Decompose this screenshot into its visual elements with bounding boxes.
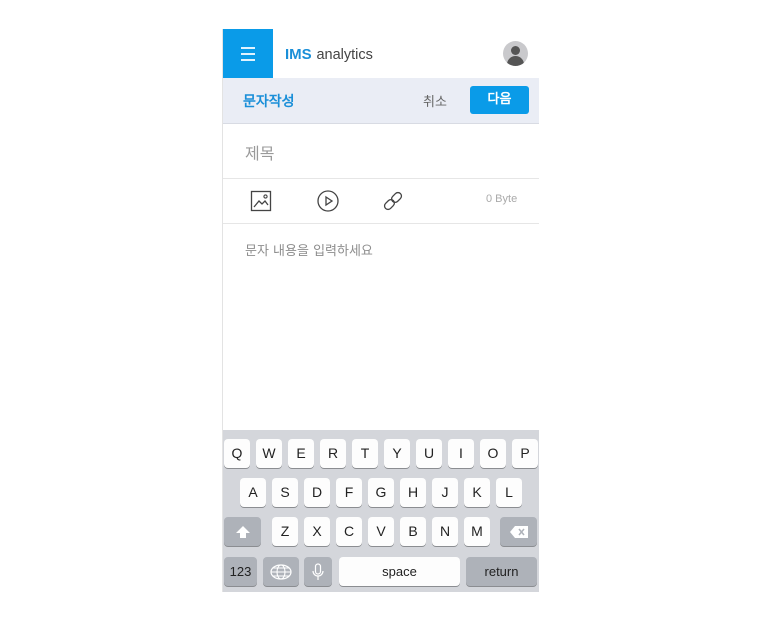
key-n[interactable]: N [432,517,458,546]
key-y[interactable]: Y [384,439,410,468]
app-screen: IMS analytics 문자작성 취소 다음 제목 0 Byte 문자 내용… [222,29,539,592]
key-o[interactable]: O [480,439,506,468]
backspace-icon [509,526,528,538]
globe-icon [270,564,292,580]
key-d[interactable]: D [304,478,330,507]
title-input[interactable]: 제목 [223,124,539,179]
avatar-icon[interactable] [503,41,528,66]
key-g[interactable]: G [368,478,394,507]
key-c[interactable]: C [336,517,362,546]
hamburger-icon-line [241,59,255,61]
hamburger-icon [241,47,255,49]
shift-icon [235,526,250,538]
key-u[interactable]: U [416,439,442,468]
space-key[interactable]: space [339,557,460,586]
key-s[interactable]: S [272,478,298,507]
globe-key[interactable] [263,557,299,586]
title-placeholder: 제목 [245,144,275,163]
key-p[interactable]: P [512,439,538,468]
avatar-head [511,46,520,55]
key-z[interactable]: Z [272,517,298,546]
on-screen-keyboard: Q W E R T Y U I O P A S D F G H J K L Z … [223,430,539,592]
next-button[interactable]: 다음 [470,86,529,114]
video-icon[interactable] [316,189,340,213]
attachment-toolbar: 0 Byte [223,179,539,224]
image-icon[interactable] [249,189,273,213]
key-q[interactable]: Q [224,439,250,468]
key-t[interactable]: T [352,439,378,468]
backspace-key[interactable] [500,517,537,546]
key-w[interactable]: W [256,439,282,468]
page-title: 문자작성 [243,94,295,110]
key-e[interactable]: E [288,439,314,468]
microphone-icon [312,563,324,580]
compose-bar: 문자작성 취소 다음 [223,78,539,124]
hamburger-icon-line [241,53,255,55]
brand-bold: IMS [285,46,312,63]
dictation-key[interactable] [304,557,332,586]
brand-logo: IMS analytics [285,44,373,65]
byte-counter: 0 Byte [486,193,518,205]
menu-button[interactable] [223,29,273,78]
shift-key[interactable] [224,517,261,546]
cancel-button[interactable]: 취소 [423,91,447,110]
key-b[interactable]: B [400,517,426,546]
key-a[interactable]: A [240,478,266,507]
avatar-body [507,56,524,66]
key-j[interactable]: J [432,478,458,507]
link-icon[interactable] [381,189,405,213]
key-k[interactable]: K [464,478,490,507]
return-key[interactable]: return [466,557,537,586]
key-v[interactable]: V [368,517,394,546]
key-x[interactable]: X [304,517,330,546]
key-i[interactable]: I [448,439,474,468]
key-l[interactable]: L [496,478,522,507]
key-m[interactable]: M [464,517,490,546]
key-h[interactable]: H [400,478,426,507]
numbers-key[interactable]: 123 [224,557,257,586]
brand-rest: analytics [316,47,373,63]
content-placeholder: 문자 내용을 입력하세요 [245,244,373,259]
app-header: IMS analytics [223,29,539,78]
key-r[interactable]: R [320,439,346,468]
key-f[interactable]: F [336,478,362,507]
message-body-input[interactable]: 문자 내용을 입력하세요 [245,240,373,259]
